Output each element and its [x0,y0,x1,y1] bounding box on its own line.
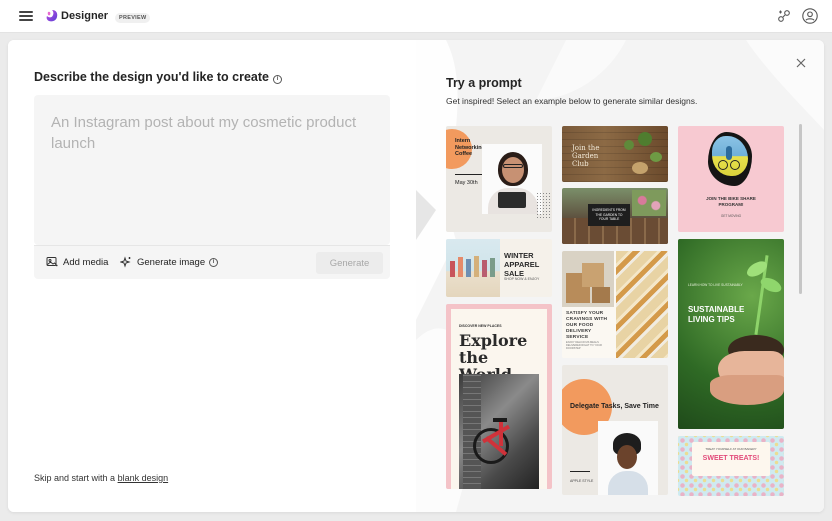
prompt-input[interactable] [34,95,390,245]
photo-delivery-boxes [562,251,614,307]
main-card: Describe the design you'd like to create… [8,40,824,512]
tile-winter-apparel[interactable]: WINTER APPAREL SALE SHOP NOW & ENJOY [446,239,552,297]
app-title: Designer [61,10,109,22]
hamburger-icon[interactable] [19,10,33,22]
tile-sweet-title: SWEET TREATS! [702,455,760,462]
photo-bike-rider [708,132,752,186]
tile-bike-share[interactable]: JOIN THE BIKE SHARE PROGRAM! GET MOVING [678,126,784,232]
generate-image-button[interactable]: Generate image i [120,256,219,268]
close-icon[interactable] [795,57,807,69]
skip-text: Skip and start with a blank design [34,473,168,483]
photo-food-containers [616,251,668,358]
photo-red-bicycle [459,374,539,489]
tile-garden-restaurant[interactable]: INGREDIENTS FROM THE GARDEN TO YOUR TABL… [562,188,668,244]
tile-sustainable-living[interactable]: LEARN HOW TO LIVE SUSTAINABLY SUSTAINABL… [678,239,784,429]
prompt-gallery-panel: Try a prompt Get inspired! Select an exa… [416,40,824,512]
tile-sweet-treats[interactable]: TREAT YOURSELF AT OUR BAKERY SWEET TREAT… [678,436,784,496]
blank-design-link[interactable]: blank design [118,473,169,483]
tile-winter-sub: SHOP NOW & ENJOY [504,277,540,281]
info-icon[interactable]: i [209,257,219,267]
describe-heading: Describe the design you'd like to create… [34,70,282,84]
tile-networking-date: May 30th [455,180,478,186]
tile-explore-kicker: DISCOVER NEW PLACES [459,324,502,328]
tile-explore-world[interactable]: DISCOVER NEW PLACES Explore the World [446,304,552,489]
tile-delegate-tasks[interactable]: Delegate Tasks, Save Time APPLE STYLE [562,365,668,495]
generate-image-label: Generate image [137,256,206,268]
tile-food-title: SATISFY YOUR CRAVINGS WITH OUR FOOD DELI… [566,311,608,340]
top-bar: Designer PREVIEW [0,0,832,33]
photo-woman-headwrap [598,421,658,495]
tile-food-delivery[interactable]: SATISFY YOUR CRAVINGS WITH OUR FOOD DELI… [562,251,668,358]
add-media-label: Add media [63,256,109,268]
tile-garden-club[interactable]: Join the Garden Club [562,126,668,182]
sparkle-icon [120,256,131,268]
photo-beach-group [446,239,500,297]
describe-title: Describe the design you'd like to create [34,70,269,84]
tile-delegate-title: Delegate Tasks, Save Time [570,403,659,410]
image-icon [46,257,58,267]
tile-winter-title: WINTER APPAREL SALE [504,251,540,278]
prompt-toolbar: Add media Generate image i Generate [34,245,390,279]
tile-bike-title: JOIN THE BIKE SHARE PROGRAM! [706,196,756,207]
dot-grid [536,192,550,220]
gallery-scrollbar[interactable] [799,124,802,294]
skip-prefix: Skip and start with a [34,473,116,483]
tile-bike-sub: GET MOVING [720,214,742,218]
add-media-button[interactable]: Add media [46,256,108,268]
tile-networking-coffee[interactable]: Intern Networking Coffee May 30th [446,126,552,232]
tile-food-sub: ENJOY DELICIOUS MEALS DELIVERED RIGHT TO… [566,341,602,351]
try-prompt-subtitle: Get inspired! Select an example below to… [446,96,698,106]
try-prompt-title: Try a prompt [446,76,522,90]
share-icon[interactable] [776,8,792,24]
photo-seedling-hands [708,255,784,429]
photo-woman-laptop [482,144,542,214]
info-icon[interactable]: i [273,75,282,84]
tile-restaurant-title: INGREDIENTS FROM THE GARDEN TO YOUR TABL… [592,208,626,221]
designer-logo [46,10,58,22]
preview-badge: PREVIEW [115,13,151,23]
tile-garden-title: Join the Garden Club [572,144,600,168]
generate-button[interactable]: Generate [316,252,383,274]
tile-delegate-sub: APPLE STYLE [570,479,594,483]
tile-sweet-kicker: TREAT YOURSELF AT OUR BAKERY [705,447,757,451]
describe-panel: Describe the design you'd like to create… [8,40,416,512]
account-icon[interactable] [802,8,818,24]
